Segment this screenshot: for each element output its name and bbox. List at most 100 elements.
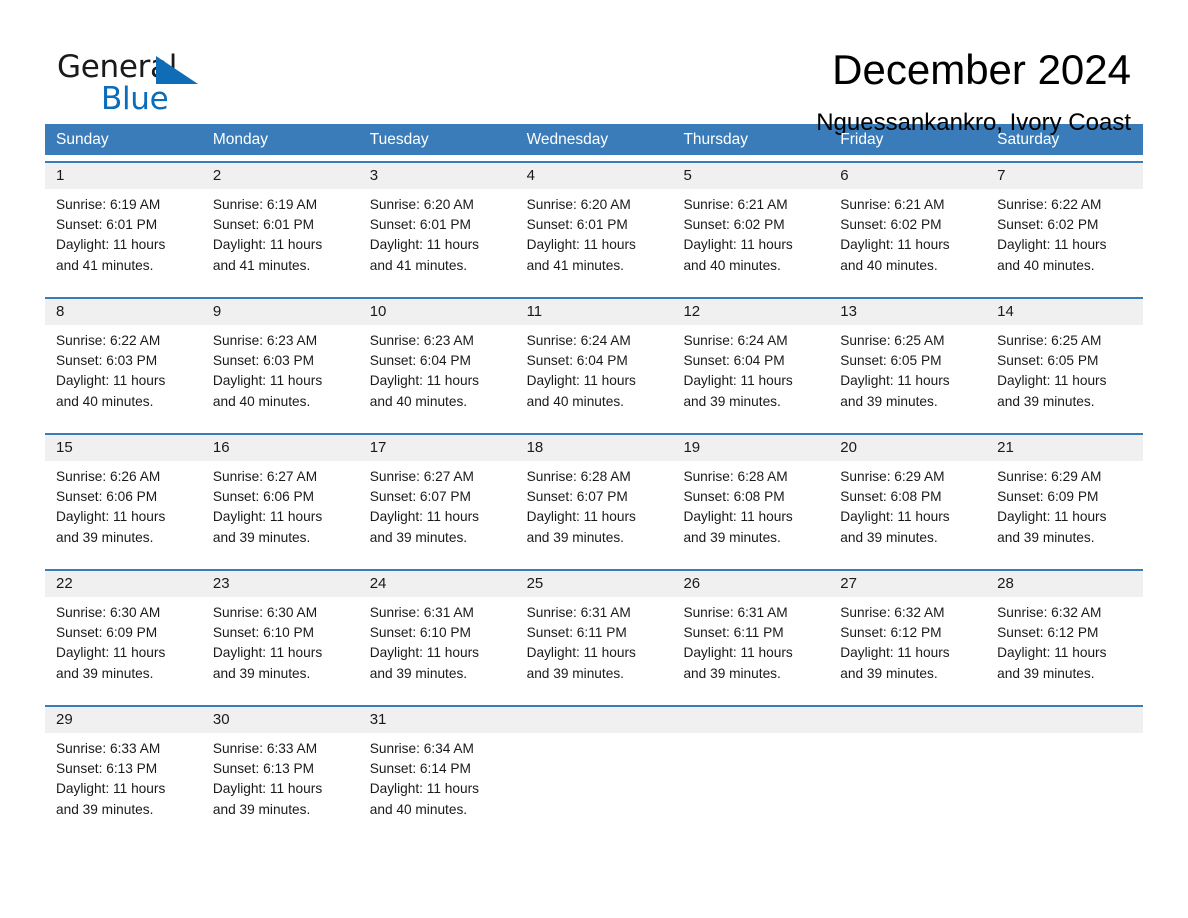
sunset-text: Sunset: 6:09 PM [56,625,158,641]
day-cell[interactable]: Sunrise: 6:19 AM Sunset: 6:01 PM Daylight:… [202,189,359,291]
daylight-text-line2: and 39 minutes. [840,665,938,681]
day-number[interactable]: 18 [516,435,673,461]
day-cell[interactable]: Sunrise: 6:27 AM Sunset: 6:06 PM Daylight:… [202,461,359,563]
week-date-band: 22 23 24 25 26 27 28 [45,571,1143,597]
day-number[interactable]: 29 [45,707,202,733]
page-title: December 2024 [832,46,1131,93]
day-cell[interactable]: Sunrise: 6:20 AM Sunset: 6:01 PM Daylight:… [516,189,673,291]
sunset-text: Sunset: 6:05 PM [997,353,1099,369]
day-number[interactable]: 8 [45,299,202,325]
day-cell[interactable]: Sunrise: 6:28 AM Sunset: 6:08 PM Daylight:… [672,461,829,563]
day-number[interactable]: 22 [45,571,202,597]
day-cell-empty [986,733,1143,835]
daylight-text-line2: and 39 minutes. [526,665,624,681]
daylight-text-line1: Daylight: 11 hours [683,237,793,253]
day-number[interactable]: 15 [45,435,202,461]
day-cell[interactable]: Sunrise: 6:30 AM Sunset: 6:09 PM Daylight:… [45,597,202,699]
day-number[interactable]: 9 [202,299,359,325]
day-cell[interactable]: Sunrise: 6:34 AM Sunset: 6:14 PM Daylight:… [359,733,516,835]
logo-text-blue: Blue [101,81,169,117]
daylight-text-line1: Daylight: 11 hours [369,781,480,797]
day-cell[interactable]: Sunrise: 6:21 AM Sunset: 6:02 PM Daylight:… [829,189,986,291]
day-cell[interactable]: Sunrise: 6:19 AM Sunset: 6:01 PM Daylight:… [45,189,202,291]
day-number[interactable]: 6 [829,163,986,189]
daylight-text-line2: and 39 minutes. [840,529,938,545]
day-number[interactable]: 2 [202,163,359,189]
day-number[interactable]: 20 [829,435,986,461]
day-cell[interactable]: Sunrise: 6:29 AM Sunset: 6:09 PM Daylight:… [986,461,1143,563]
day-number[interactable]: 12 [672,299,829,325]
day-cell[interactable]: Sunrise: 6:22 AM Sunset: 6:02 PM Daylight:… [986,189,1143,291]
day-number[interactable]: 4 [516,163,673,189]
daylight-text-line1: Daylight: 11 hours [526,373,636,389]
day-cell[interactable]: Sunrise: 6:27 AM Sunset: 6:07 PM Daylight:… [359,461,516,563]
day-number[interactable]: 26 [672,571,829,597]
sunrise-text: Sunrise: 6:33 AM [56,741,161,756]
week-detail-band: Sunrise: 6:30 AM Sunset: 6:09 PM Daylight:… [45,597,1143,699]
sunrise-text: Sunrise: 6:29 AM [840,469,945,484]
day-number[interactable]: 13 [829,299,986,325]
day-cell[interactable]: Sunrise: 6:30 AM Sunset: 6:10 PM Daylight:… [202,597,359,699]
day-cell-empty [672,733,829,835]
day-cell[interactable]: Sunrise: 6:25 AM Sunset: 6:05 PM Daylight:… [986,325,1143,427]
day-number[interactable]: 31 [359,707,516,733]
daylight-text-line2: and 39 minutes. [212,665,311,681]
day-number[interactable]: 3 [359,163,516,189]
day-cell[interactable]: Sunrise: 6:23 AM Sunset: 6:04 PM Daylight:… [359,325,516,427]
daylight-text-line2: and 39 minutes. [56,529,154,545]
daylight-text-line2: and 39 minutes. [212,529,311,545]
day-number[interactable]: 14 [986,299,1143,325]
day-number[interactable]: 21 [986,435,1143,461]
day-cell[interactable]: Sunrise: 6:31 AM Sunset: 6:11 PM Daylight:… [672,597,829,699]
page-header: General Blue December 2024 Nguessankankr… [0,0,1188,136]
day-number[interactable]: 10 [359,299,516,325]
day-number[interactable]: 30 [202,707,359,733]
day-number[interactable]: 7 [986,163,1143,189]
day-number[interactable]: 5 [672,163,829,189]
dow-header-sunday: Sunday [56,131,109,148]
day-cell[interactable]: Sunrise: 6:24 AM Sunset: 6:04 PM Daylight:… [516,325,673,427]
sunset-text: Sunset: 6:13 PM [212,761,315,777]
daylight-text-line1: Daylight: 11 hours [56,237,166,253]
daylight-text-line1: Daylight: 11 hours [997,645,1107,661]
day-number[interactable]: 19 [672,435,829,461]
week-date-band: 1234567 [45,163,1143,189]
day-cell[interactable]: Sunrise: 6:31 AM Sunset: 6:10 PM Daylight:… [359,597,516,699]
general-blue-logo[interactable]: General Blue [57,46,217,118]
calendar-week-row: 29 30 31 Sunrise: 6:33 AM Sunset: 6:13 PM Day… [45,705,1143,835]
day-cell-empty [516,733,673,835]
day-number[interactable]: 16 [202,435,359,461]
day-cell[interactable]: Sunrise: 6:20 AM Sunset: 6:01 PM Daylight:… [359,189,516,291]
day-cell[interactable]: Sunrise: 6:25 AM Sunset: 6:05 PM Daylight:… [829,325,986,427]
day-cell[interactable]: Sunrise: 6:29 AM Sunset: 6:08 PM Daylight:… [829,461,986,563]
day-number[interactable]: 17 [359,435,516,461]
week-detail-band: Sunrise: 6:19 AM Sunset: 6:01 PM Daylight:… [45,189,1143,291]
sunrise-text: Sunrise: 6:19 AM [56,197,161,212]
week-detail-band: Sunrise: 6:26 AM Sunset: 6:06 PM Daylight:… [45,461,1143,563]
day-number[interactable]: 24 [359,571,516,597]
day-number[interactable]: 28 [986,571,1143,597]
day-number[interactable]: 11 [516,299,673,325]
day-cell[interactable]: Sunrise: 6:21 AM Sunset: 6:02 PM Daylight:… [672,189,829,291]
daylight-text-line1: Daylight: 11 hours [840,645,950,661]
day-number[interactable]: 23 [202,571,359,597]
day-cell[interactable]: Sunrise: 6:23 AM Sunset: 6:03 PM Daylight:… [202,325,359,427]
day-cell[interactable]: Sunrise: 6:26 AM Sunset: 6:06 PM Daylight:… [45,461,202,563]
daylight-text-line1: Daylight: 11 hours [56,509,166,525]
day-cell[interactable]: Sunrise: 6:31 AM Sunset: 6:11 PM Daylight:… [516,597,673,699]
day-cell[interactable]: Sunrise: 6:33 AM Sunset: 6:13 PM Daylight:… [45,733,202,835]
sunrise-text: Sunrise: 6:24 AM [526,333,631,348]
day-number[interactable]: 1 [45,163,202,189]
day-cell[interactable]: Sunrise: 6:32 AM Sunset: 6:12 PM Daylight:… [986,597,1143,699]
day-cell[interactable]: Sunrise: 6:33 AM Sunset: 6:13 PM Daylight:… [202,733,359,835]
day-cell[interactable]: Sunrise: 6:24 AM Sunset: 6:04 PM Daylight:… [672,325,829,427]
day-cell[interactable]: Sunrise: 6:32 AM Sunset: 6:12 PM Daylight:… [829,597,986,699]
sunrise-text: Sunrise: 6:21 AM [683,197,788,212]
day-number[interactable]: 27 [829,571,986,597]
day-cell[interactable]: Sunrise: 6:22 AM Sunset: 6:03 PM Daylight:… [45,325,202,427]
daylight-text-line1: Daylight: 11 hours [840,237,950,253]
day-cell[interactable]: Sunrise: 6:28 AM Sunset: 6:07 PM Daylight:… [516,461,673,563]
day-number[interactable]: 25 [516,571,673,597]
sunset-text: Sunset: 6:01 PM [56,217,158,233]
daylight-text-line2: and 41 minutes. [56,257,154,273]
